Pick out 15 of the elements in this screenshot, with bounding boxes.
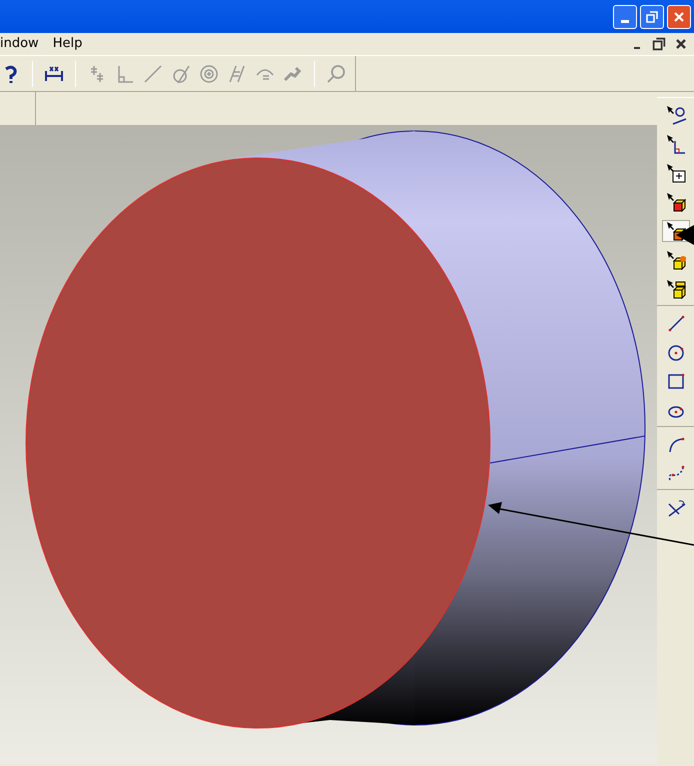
select-stack-icon — [664, 278, 686, 300]
restore-icon — [646, 10, 658, 22]
menu-item[interactable]: indow — [0, 34, 39, 54]
close-icon — [673, 10, 685, 22]
menu-item[interactable]: Help — [52, 34, 82, 54]
select-vertex-icon — [664, 249, 686, 271]
minimize-button[interactable] — [613, 4, 637, 28]
arrow — [676, 225, 694, 245]
select-circle-icon — [664, 104, 686, 126]
select-box-icon — [664, 191, 686, 213]
close-button[interactable] — [667, 4, 691, 28]
select-frame-icon — [664, 162, 686, 184]
restore-button[interactable] — [640, 4, 664, 28]
restore-icon[interactable] — [650, 36, 668, 52]
select-corner-icon — [664, 133, 686, 155]
